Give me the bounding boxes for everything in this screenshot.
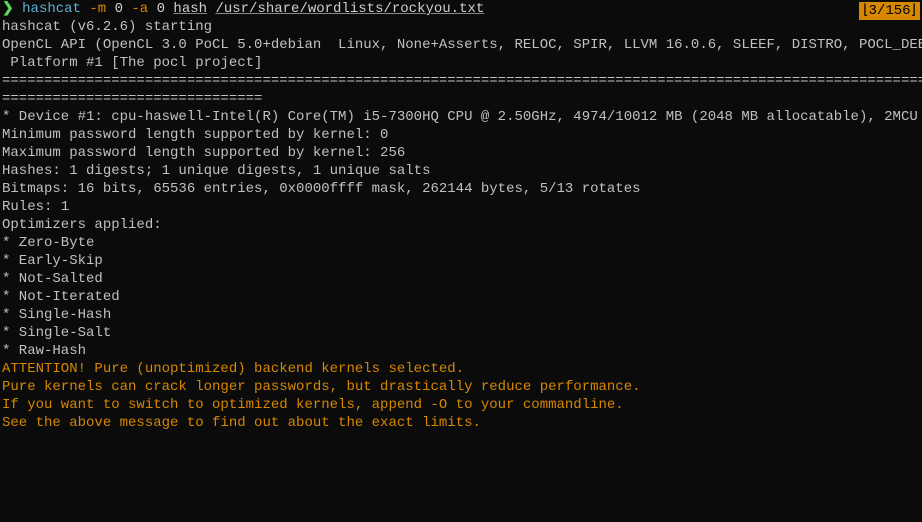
- output-line: ===============================: [2, 90, 922, 108]
- val-a: 0: [157, 1, 165, 17]
- output-line: Bitmaps: 16 bits, 65536 entries, 0x0000f…: [2, 180, 922, 198]
- output-line: * Zero-Byte: [2, 234, 922, 252]
- warning-line: See the above message to find out about …: [2, 414, 922, 432]
- output-line: * Raw-Hash: [2, 342, 922, 360]
- prompt-symbol: ❯: [2, 1, 14, 17]
- output-line: Platform #1 [The pocl project]: [2, 54, 922, 72]
- output-line: * Not-Salted: [2, 270, 922, 288]
- scroll-position-indicator: ⌊3/156⌋: [859, 2, 920, 20]
- output-line: ========================================…: [2, 72, 922, 90]
- output-line: * Not-Iterated: [2, 288, 922, 306]
- flag-a: -a: [131, 1, 148, 17]
- output-line: Rules: 1: [2, 198, 922, 216]
- output-line: * Single-Hash: [2, 306, 922, 324]
- command-line[interactable]: ❯ hashcat -m 0 -a 0 hash /usr/share/word…: [2, 0, 922, 18]
- output-line: Optimizers applied:: [2, 216, 922, 234]
- hash-arg: hash: [173, 1, 207, 17]
- val-m: 0: [115, 1, 123, 17]
- command-name: hashcat: [22, 1, 81, 17]
- output-line: hashcat (v6.2.6) starting: [2, 18, 922, 36]
- output-line: Minimum password length supported by ker…: [2, 126, 922, 144]
- output-line: OpenCL API (OpenCL 3.0 PoCL 5.0+debian L…: [2, 36, 922, 54]
- wordlist-arg: /usr/share/wordlists/rockyou.txt: [215, 1, 484, 17]
- warning-line: Pure kernels can crack longer passwords,…: [2, 378, 922, 396]
- output-line: * Early-Skip: [2, 252, 922, 270]
- output-line: * Device #1: cpu-haswell-Intel(R) Core(T…: [2, 108, 922, 126]
- warning-line: ATTENTION! Pure (unoptimized) backend ke…: [2, 360, 922, 378]
- flag-m: -m: [89, 1, 106, 17]
- output-line: Hashes: 1 digests; 1 unique digests, 1 u…: [2, 162, 922, 180]
- output-line: Maximum password length supported by ker…: [2, 144, 922, 162]
- output-line: * Single-Salt: [2, 324, 922, 342]
- warning-line: If you want to switch to optimized kerne…: [2, 396, 922, 414]
